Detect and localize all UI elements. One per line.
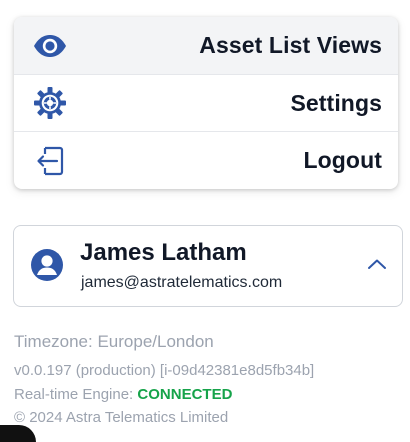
chevron-up-icon[interactable] — [366, 256, 388, 272]
logout-icon — [32, 143, 68, 179]
version-text: v0.0.197 (production) [i-09d42381e8d5fb3… — [14, 362, 315, 379]
user-name: James Latham — [80, 239, 247, 266]
menu-item-logout[interactable]: Logout — [14, 131, 398, 189]
menu-item-label: Settings — [290, 89, 382, 116]
menu-item-label: Logout — [303, 147, 382, 173]
account-menu-panel: Asset List Views Settings Logout James L… — [0, 0, 410, 442]
engine-label: Real-time Engine: — [14, 386, 138, 403]
menu-item-settings[interactable]: Settings — [14, 74, 398, 131]
menu-item-label: Asset List Views — [199, 32, 382, 58]
user-email: james@astratelematics.com — [81, 274, 283, 291]
user-profile-card[interactable]: James Latham james@astratelematics.com — [13, 225, 403, 307]
engine-status-line: Real-time Engine: CONNECTED — [14, 386, 232, 403]
eye-icon — [32, 28, 68, 64]
menu-item-asset-list-views[interactable]: Asset List Views — [14, 17, 398, 74]
user-circle-icon — [30, 248, 64, 282]
window-corner — [0, 425, 36, 442]
copyright-text: © 2024 Astra Telematics Limited — [14, 409, 229, 426]
timezone-text: Timezone: Europe/London — [14, 332, 214, 351]
status-badge: CONNECTED — [137, 386, 233, 403]
gear-icon — [32, 85, 68, 121]
user-menu: Asset List Views Settings Logout — [14, 17, 398, 189]
